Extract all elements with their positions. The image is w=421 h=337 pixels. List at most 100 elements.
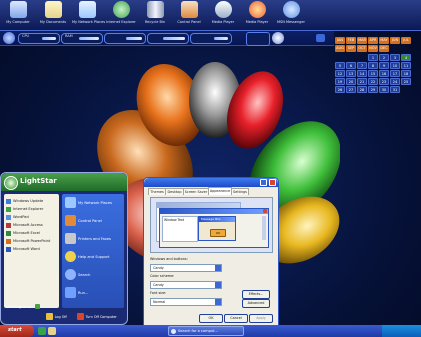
- calendar-day[interactable]: 18: [401, 70, 411, 77]
- calendar-month[interactable]: MAR: [357, 37, 367, 44]
- launcher-item-label: Recycle Bin: [144, 20, 166, 24]
- calendar-day[interactable]: 13: [346, 70, 356, 77]
- calendar-month[interactable]: JUL: [401, 37, 411, 44]
- launcher-item-my-documents[interactable]: My Documents: [38, 1, 68, 29]
- calendar-month[interactable]: MAY: [379, 37, 389, 44]
- calendar-month[interactable]: OCT: [357, 45, 367, 52]
- close-icon[interactable]: [269, 179, 276, 186]
- start-menu-pinned-list: Windows Update Internet Explorer WordPad…: [4, 194, 59, 308]
- turn-off-button[interactable]: Turn Off Computer: [77, 313, 125, 321]
- menu-orb-icon[interactable]: [3, 32, 15, 44]
- calendar-day[interactable]: 27: [346, 86, 356, 93]
- calendar-day[interactable]: 2: [379, 54, 389, 61]
- start-menu-item-control-panel[interactable]: Control Panel: [65, 215, 123, 231]
- launcher-item-internet-explorer[interactable]: Internet Explorer: [106, 1, 136, 29]
- calendar-month[interactable]: DEC: [379, 45, 389, 52]
- calendar-day[interactable]: 5: [335, 62, 345, 69]
- launcher-item-my-network-places[interactable]: My Network Places: [72, 1, 105, 29]
- calendar-day[interactable]: 24: [390, 78, 400, 85]
- launcher-item-my-computer[interactable]: My Computer: [3, 1, 33, 29]
- calendar-day[interactable]: 6: [346, 62, 356, 69]
- calendar-month[interactable]: AUG: [335, 45, 345, 52]
- apply-button[interactable]: Apply: [249, 314, 273, 323]
- tab-desktop[interactable]: Desktop: [165, 188, 184, 195]
- advanced-button[interactable]: Advanced: [242, 299, 270, 308]
- calendar-day[interactable]: 20: [346, 78, 356, 85]
- launcher-item-msn-messenger[interactable]: MSN Messenger: [276, 1, 306, 29]
- calendar-day[interactable]: 31: [390, 86, 400, 93]
- calendar-day[interactable]: 17: [390, 70, 400, 77]
- calendar-month[interactable]: APR: [368, 37, 378, 44]
- calendar-day[interactable]: 29: [368, 86, 378, 93]
- media-player-icon: [214, 1, 232, 18]
- start-menu-item-network-places[interactable]: My Network Places: [65, 197, 123, 213]
- calendar-day[interactable]: 25: [401, 78, 411, 85]
- calendar-month[interactable]: NOV: [368, 45, 378, 52]
- status-meter: [147, 33, 189, 44]
- launcher-item-media-player[interactable]: Media Player: [208, 1, 238, 29]
- taskbar-button[interactable]: Search for a comput...: [168, 326, 244, 336]
- start-menu-item-label: Control Panel: [78, 219, 102, 223]
- color-scheme-select[interactable]: Candy: [150, 281, 222, 289]
- start-menu-item-run[interactable]: Run...: [65, 287, 123, 303]
- calendar-day[interactable]: 4: [401, 54, 411, 61]
- start-menu-item-label: WordPad: [13, 215, 29, 219]
- start-menu-item-wordpad[interactable]: WordPad: [6, 213, 57, 221]
- tab-screen-saver[interactable]: Screen Saver: [183, 188, 209, 195]
- calendar-month[interactable]: SEP: [346, 45, 356, 52]
- tab-settings[interactable]: Settings: [231, 188, 249, 195]
- calendar-day[interactable]: 30: [379, 86, 389, 93]
- calendar-day[interactable]: 9: [379, 62, 389, 69]
- calendar-day[interactable]: 10: [390, 62, 400, 69]
- calendar-day[interactable]: 12: [335, 70, 345, 77]
- start-menu-item-search[interactable]: Search: [65, 269, 123, 285]
- calendar-day[interactable]: 21: [357, 78, 367, 85]
- calendar-day[interactable]: 28: [357, 86, 367, 93]
- calendar-day[interactable]: 26: [335, 86, 345, 93]
- cancel-button[interactable]: Cancel: [224, 314, 248, 323]
- tab-themes[interactable]: Themes: [148, 188, 166, 195]
- start-menu-item-word[interactable]: Microsoft Word: [6, 245, 57, 253]
- ok-button[interactable]: OK: [199, 314, 223, 323]
- calendar-day[interactable]: 19: [335, 78, 345, 85]
- log-off-button[interactable]: Log Off: [46, 313, 76, 321]
- meter-fill: [42, 37, 56, 40]
- calendar-day[interactable]: 11: [401, 62, 411, 69]
- calendar-month[interactable]: JUN: [390, 37, 400, 44]
- calendar-day[interactable]: 16: [379, 70, 389, 77]
- calendar-day[interactable]: 22: [368, 78, 378, 85]
- power-icon: [77, 313, 84, 320]
- start-button[interactable]: start: [0, 325, 34, 337]
- start-menu-item-windows-update[interactable]: Windows Update: [6, 197, 57, 205]
- calendar-day[interactable]: 15: [368, 70, 378, 77]
- calendar-month[interactable]: JAN: [335, 37, 345, 44]
- launcher-item-media-disc[interactable]: Media Player: [242, 1, 272, 29]
- start-menu-item-internet-explorer[interactable]: Internet Explorer: [6, 205, 57, 213]
- tab-appearance[interactable]: Appearance: [208, 187, 232, 195]
- quick-launch-icon[interactable]: [48, 327, 56, 335]
- window-titlebar[interactable]: [144, 178, 278, 187]
- calendar-day[interactable]: 1: [368, 54, 378, 61]
- globe-icon[interactable]: [272, 32, 284, 44]
- quick-launch-icon[interactable]: [38, 327, 46, 335]
- launcher-item-label: Control Panel: [177, 20, 201, 24]
- calendar-day[interactable]: 23: [379, 78, 389, 85]
- launcher-item-recycle-bin[interactable]: Recycle Bin: [140, 1, 170, 29]
- effects-button[interactable]: Effects...: [242, 290, 270, 299]
- font-size-select[interactable]: Normal: [150, 298, 222, 306]
- windows-and-buttons-select[interactable]: Candy: [150, 264, 222, 272]
- launcher-item-control-panel[interactable]: Control Panel: [174, 1, 204, 29]
- start-menu-item-printers[interactable]: Printers and Faxes: [65, 233, 123, 249]
- start-menu-item-excel[interactable]: Microsoft Excel: [6, 229, 57, 237]
- calendar-day[interactable]: 8: [368, 62, 378, 69]
- start-menu-item-help[interactable]: Help and Support: [65, 251, 123, 267]
- calendar-day[interactable]: 7: [357, 62, 367, 69]
- calendar-month[interactable]: FEB: [346, 37, 356, 44]
- all-programs-button[interactable]: All Programs: [7, 304, 47, 312]
- start-menu-item-access[interactable]: Microsoft Access: [6, 221, 57, 229]
- chevron-icon[interactable]: [316, 34, 325, 42]
- start-menu-item-powerpoint[interactable]: Microsoft PowerPoint: [6, 237, 57, 245]
- calendar-day[interactable]: 3: [390, 54, 400, 61]
- help-icon[interactable]: [260, 179, 267, 186]
- calendar-day[interactable]: 14: [357, 70, 367, 77]
